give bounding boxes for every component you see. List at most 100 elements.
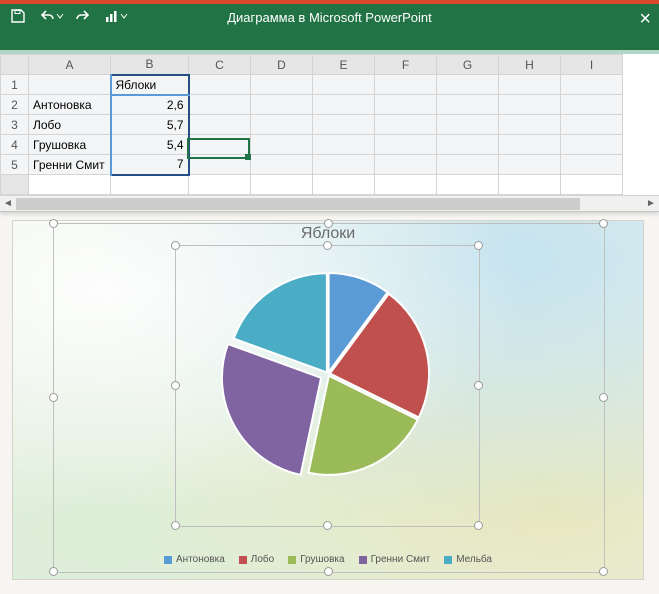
- cell-F3[interactable]: [375, 115, 437, 135]
- row-header-4[interactable]: 4: [1, 135, 29, 155]
- cell-B1[interactable]: Яблоки: [111, 75, 189, 95]
- legend-item-3[interactable]: Гренни Смит: [359, 554, 431, 565]
- horizontal-scrollbar[interactable]: ◄ ►: [0, 195, 659, 211]
- scroll-track[interactable]: [16, 198, 643, 210]
- column-header-D[interactable]: D: [251, 55, 313, 75]
- row-header-2[interactable]: 2: [1, 95, 29, 115]
- scroll-left-icon[interactable]: ◄: [0, 198, 16, 209]
- column-header-A[interactable]: A: [29, 55, 111, 75]
- cell-B5[interactable]: 7: [111, 155, 189, 175]
- cell-I4[interactable]: [561, 135, 623, 155]
- close-icon[interactable]: ×: [639, 8, 651, 31]
- selection-handle[interactable]: [171, 381, 180, 390]
- pie-chart[interactable]: [219, 265, 437, 483]
- selection-handle[interactable]: [474, 521, 483, 530]
- cell-I2[interactable]: [561, 95, 623, 115]
- cell-A1[interactable]: [29, 75, 111, 95]
- selection-handle[interactable]: [49, 567, 58, 576]
- column-header-H[interactable]: H: [499, 55, 561, 75]
- legend-swatch-icon: [359, 556, 367, 564]
- cell-G5[interactable]: [437, 155, 499, 175]
- select-all-corner[interactable]: [1, 55, 29, 75]
- cell-C4[interactable]: [189, 135, 251, 155]
- spreadsheet-grid[interactable]: ABCDEFGHI 1 Яблоки 2Антоновка2,6 3Лобо5,7 4Г…: [0, 50, 659, 211]
- cell-H2[interactable]: [499, 95, 561, 115]
- scroll-thumb[interactable]: [16, 198, 580, 210]
- cell-A3[interactable]: Лобо: [29, 115, 111, 135]
- cell-G3[interactable]: [437, 115, 499, 135]
- cell-H1[interactable]: [499, 75, 561, 95]
- cell-I1[interactable]: [561, 75, 623, 95]
- legend-label: Антоновка: [176, 554, 225, 565]
- selection-handle[interactable]: [599, 567, 608, 576]
- cell-F4[interactable]: [375, 135, 437, 155]
- legend-item-4[interactable]: Мельба: [444, 554, 492, 565]
- scroll-right-icon[interactable]: ►: [643, 198, 659, 209]
- legend-label: Грушовка: [300, 554, 344, 565]
- legend-item-1[interactable]: Лобо: [239, 554, 274, 565]
- cell-A5[interactable]: Гренни Смит: [29, 155, 111, 175]
- cell-G1[interactable]: [437, 75, 499, 95]
- row-header-5[interactable]: 5: [1, 155, 29, 175]
- cell-E4[interactable]: [313, 135, 375, 155]
- cell-A2[interactable]: Антоновка: [29, 95, 111, 115]
- legend-label: Мельба: [456, 554, 492, 565]
- legend-item-2[interactable]: Грушовка: [288, 554, 344, 565]
- cell-C2[interactable]: [189, 95, 251, 115]
- column-header-C[interactable]: C: [189, 55, 251, 75]
- cell-E2[interactable]: [313, 95, 375, 115]
- selection-handle[interactable]: [474, 381, 483, 390]
- cell-E5[interactable]: [313, 155, 375, 175]
- column-header-F[interactable]: F: [375, 55, 437, 75]
- chart-legend[interactable]: Антоновка Лобо Грушовка Гренни Смит Мельба: [13, 554, 643, 565]
- row-header-3[interactable]: 3: [1, 115, 29, 135]
- cell-D2[interactable]: [251, 95, 313, 115]
- selection-handle[interactable]: [171, 521, 180, 530]
- cell-H3[interactable]: [499, 115, 561, 135]
- column-header-B[interactable]: B: [111, 55, 189, 75]
- cell-E1[interactable]: [313, 75, 375, 95]
- cell-D1[interactable]: [251, 75, 313, 95]
- cell-B3[interactable]: 5,7: [111, 115, 189, 135]
- chart-title[interactable]: Яблоки: [13, 225, 643, 243]
- redo-icon[interactable]: [74, 8, 90, 24]
- cell-B2[interactable]: 2,6: [111, 95, 189, 115]
- cell-F2[interactable]: [375, 95, 437, 115]
- column-header-I[interactable]: I: [561, 55, 623, 75]
- cell-E3[interactable]: [313, 115, 375, 135]
- legend-swatch-icon: [288, 556, 296, 564]
- legend-item-0[interactable]: Антоновка: [164, 554, 225, 565]
- cell-D5[interactable]: [251, 155, 313, 175]
- cell-A4[interactable]: Грушовка: [29, 135, 111, 155]
- column-header-G[interactable]: G: [437, 55, 499, 75]
- cell-D4[interactable]: [251, 135, 313, 155]
- cell-C3[interactable]: [189, 115, 251, 135]
- cell-H4[interactable]: [499, 135, 561, 155]
- cell-H5[interactable]: [499, 155, 561, 175]
- undo-icon[interactable]: [40, 8, 64, 24]
- slide-area: Яблоки Антоновка Лобо Грушовка Гренни Смит М…: [0, 212, 659, 580]
- save-icon[interactable]: [10, 8, 26, 24]
- cell-I5[interactable]: [561, 155, 623, 175]
- row-header-1[interactable]: 1: [1, 75, 29, 95]
- cell-G4[interactable]: [437, 135, 499, 155]
- cell-G2[interactable]: [437, 95, 499, 115]
- cell-F1[interactable]: [375, 75, 437, 95]
- chart-data-window: Диаграмма в Microsoft PowerPoint × ABCDE…: [0, 0, 659, 212]
- cell-I3[interactable]: [561, 115, 623, 135]
- quick-access-toolbar: [0, 4, 138, 24]
- selection-handle[interactable]: [324, 567, 333, 576]
- chart-options-icon[interactable]: [104, 8, 128, 24]
- legend-swatch-icon: [444, 556, 452, 564]
- cell-C5[interactable]: [189, 155, 251, 175]
- legend-label: Лобо: [251, 554, 274, 565]
- selection-handle[interactable]: [599, 393, 608, 402]
- slide-canvas[interactable]: Яблоки Антоновка Лобо Грушовка Гренни Смит М…: [12, 220, 644, 580]
- cell-D3[interactable]: [251, 115, 313, 135]
- cell-B4[interactable]: 5,4: [111, 135, 189, 155]
- selection-handle[interactable]: [49, 393, 58, 402]
- cell-C1[interactable]: [189, 75, 251, 95]
- column-header-E[interactable]: E: [313, 55, 375, 75]
- selection-handle[interactable]: [323, 521, 332, 530]
- cell-F5[interactable]: [375, 155, 437, 175]
